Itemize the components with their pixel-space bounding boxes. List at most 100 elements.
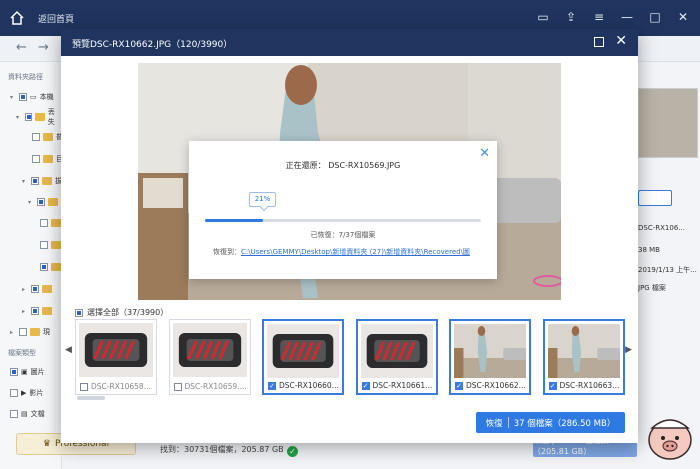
strip-prev-icon[interactable]: ◀ xyxy=(65,345,72,355)
thumbnail-checkbox[interactable] xyxy=(80,382,88,391)
expand-icon[interactable]: ▾ xyxy=(16,114,22,121)
thumbnail-checkbox[interactable]: ✓ xyxy=(361,381,370,390)
details-size: 38 MB xyxy=(638,246,660,254)
scan-summary: 找到：30731個檔案，205.87 GB xyxy=(160,445,284,454)
tree-item[interactable]: ▾ ▭ 本機 xyxy=(10,90,54,104)
folder-icon xyxy=(42,307,52,315)
progress-percent-label: 21% xyxy=(249,192,276,207)
thumbnail-item[interactable]: ✓ DSC-RX10661.... xyxy=(355,319,438,395)
export-icon[interactable]: ⇪ xyxy=(562,8,580,26)
button-divider xyxy=(507,417,509,428)
type-item[interactable]: ▤ 文檔 xyxy=(10,407,45,421)
title-bar-icons: ▭ ⇪ ≡ — □ ✕ xyxy=(534,8,692,26)
expand-icon[interactable]: ▾ xyxy=(28,199,34,206)
tree-item[interactable]: ▾ 拔 xyxy=(22,174,62,188)
type-item[interactable]: ▶ 影片 xyxy=(10,386,43,400)
tree-item[interactable]: 目 xyxy=(32,152,63,166)
tree-checkbox[interactable] xyxy=(40,219,48,227)
tree-checkbox[interactable] xyxy=(19,328,27,336)
maximize-icon[interactable]: □ xyxy=(646,8,664,26)
tree-section-label: 資料夾路徑 xyxy=(8,73,43,81)
thumbnail-image xyxy=(172,323,247,377)
tree-item[interactable]: ▸ xyxy=(22,282,52,296)
thumbnail-item[interactable]: DSC-RX10658.... xyxy=(75,319,157,395)
thumbnail-checkbox[interactable]: ✓ xyxy=(455,381,463,390)
thumbnail-checkbox[interactable] xyxy=(173,382,182,391)
select-all-control[interactable]: 選擇全部（37/3990） xyxy=(75,307,168,318)
close-icon[interactable]: ✕ xyxy=(479,146,490,161)
folder-icon xyxy=(51,219,61,227)
nav-back-icon[interactable]: ← xyxy=(16,40,27,55)
tree-checkbox[interactable] xyxy=(37,198,45,206)
tree-item[interactable] xyxy=(40,216,61,230)
back-home-link[interactable]: 返回首頁 xyxy=(38,12,74,25)
thumbnail-image xyxy=(454,324,526,378)
video-icon: ▶ xyxy=(21,389,27,397)
thumbnail-checkbox[interactable]: ✓ xyxy=(268,381,276,390)
thumbnail-checkbox[interactable]: ✓ xyxy=(548,381,557,390)
type-checkbox[interactable] xyxy=(10,389,18,397)
folder-icon xyxy=(35,113,45,121)
type-item[interactable]: ▣ 圖片 xyxy=(10,365,45,379)
thumbnail-caption: ✓ DSC-RX10663.... xyxy=(548,381,619,390)
expand-icon[interactable]: ▾ xyxy=(22,178,28,185)
tree-checkbox[interactable] xyxy=(31,177,39,185)
thumbnail-item[interactable]: ✓ DSC-RX10662.... xyxy=(449,319,531,395)
thumbnail-filename: DSC-RX10659.... xyxy=(184,382,246,391)
expand-icon[interactable]: ▸ xyxy=(22,286,28,293)
crown-icon: ♛ xyxy=(42,439,51,449)
details-date: 2019/1/13 上午... xyxy=(638,266,697,274)
thumbnail-item[interactable]: ✓ DSC-RX10660.... xyxy=(262,319,344,395)
thumbnail-filename: DSC-RX10662.... xyxy=(466,381,525,390)
tree-item[interactable]: ▾ xyxy=(28,195,58,209)
folder-icon xyxy=(42,285,52,293)
type-checkbox[interactable] xyxy=(10,368,18,376)
expand-icon[interactable]: ▸ xyxy=(22,308,28,315)
strip-scrollbar[interactable] xyxy=(77,396,105,400)
thumbnail-item[interactable]: DSC-RX10659.... xyxy=(168,319,251,395)
select-all-checkbox[interactable] xyxy=(75,308,83,317)
expand-icon[interactable]: ▾ xyxy=(10,94,16,101)
menu-icon[interactable]: ≡ xyxy=(590,8,608,26)
tree-item[interactable]: 普 xyxy=(32,130,63,144)
details-filename: DSC-RX106... xyxy=(638,224,685,232)
type-checkbox[interactable] xyxy=(10,410,18,418)
tree-checkbox[interactable] xyxy=(32,133,40,141)
close-app-icon[interactable]: ✕ xyxy=(674,8,692,26)
tree-checkbox[interactable] xyxy=(40,263,48,271)
feedback-icon[interactable]: ▭ xyxy=(534,8,552,26)
expand-icon[interactable]: ▸ xyxy=(10,329,16,336)
close-icon[interactable]: ✕ xyxy=(615,33,627,49)
folder-icon xyxy=(51,241,61,249)
thumbnail-caption: DSC-RX10659.... xyxy=(173,382,246,391)
tree-item[interactable]: ▸ xyxy=(22,304,52,318)
tree-item[interactable]: ▾ 丟失 xyxy=(16,108,61,126)
tree-item[interactable] xyxy=(40,260,61,274)
current-file: DSC-RX10569.JPG xyxy=(328,161,401,170)
strip-next-icon[interactable]: ▶ xyxy=(625,345,632,355)
details-button[interactable] xyxy=(638,190,672,206)
tree-checkbox[interactable] xyxy=(31,307,39,315)
progress-bar xyxy=(205,219,481,222)
home-icon[interactable] xyxy=(8,9,26,27)
folder-icon xyxy=(30,328,40,336)
thumbnail-image xyxy=(360,324,433,378)
maximize-icon[interactable] xyxy=(594,37,604,47)
thumbnail-item[interactable]: ✓ DSC-RX10663.... xyxy=(542,319,625,395)
tree-checkbox[interactable] xyxy=(40,241,48,249)
tree-item[interactable]: ▸ 現 xyxy=(10,325,50,339)
tree-checkbox[interactable] xyxy=(31,285,39,293)
details-type: JPG 檔案 xyxy=(638,284,666,292)
progress-fill xyxy=(205,219,263,222)
restore-path-link[interactable]: C:\Users\GEMMY\Desktop\新增資料夾 (27)\新增資料夾\… xyxy=(241,248,470,256)
tree-checkbox[interactable] xyxy=(24,113,33,121)
nav-forward-icon[interactable]: → xyxy=(38,40,49,55)
minimize-icon[interactable]: — xyxy=(618,8,636,26)
folder-icon xyxy=(42,177,52,185)
details-pane: DSC-RX106... 38 MB 2019/1/13 上午... JPG 檔… xyxy=(636,62,700,469)
tree-checkbox[interactable] xyxy=(19,93,27,101)
tree-checkbox[interactable] xyxy=(32,155,40,163)
thumbnail-caption: ✓ DSC-RX10662.... xyxy=(455,381,525,390)
tree-item[interactable] xyxy=(40,238,61,252)
recover-button[interactable]: 恢復 37 個檔案（286.50 MB） xyxy=(476,412,625,433)
